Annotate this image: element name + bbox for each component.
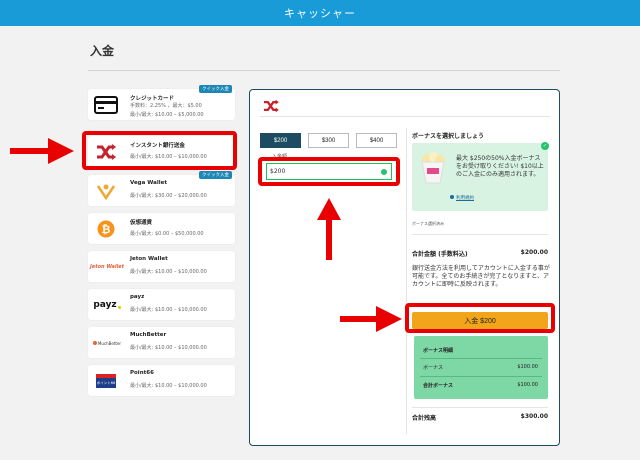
method-limit: 最小/最大: $10.00 – $10,000.00 <box>130 269 207 275</box>
highlight-instant-bank <box>82 131 237 170</box>
divider <box>412 407 548 408</box>
method-muchbetter[interactable]: MuchBetter MuchBetter 最小/最大: $10.00 – $1… <box>88 327 235 358</box>
divider <box>420 358 542 359</box>
jeton-icon: Jeton Wallet <box>89 264 125 270</box>
divider <box>406 128 407 434</box>
popcorn-icon <box>418 152 448 184</box>
arrow-right-icon <box>340 306 402 332</box>
method-name: クレジットカード <box>130 96 175 102</box>
arrow-up-icon <box>317 198 341 260</box>
bonus-selected-note: ボーナス選択済み <box>412 221 444 226</box>
summary-column: ボーナスを選択しましょう ✓ 最大 $250の50%入金ボーナスをお受け取りくだ… <box>412 90 552 445</box>
method-fee: 手数料：2.25% ，最大：$5.00 <box>130 103 202 109</box>
quick-deposit-badge: クイック入金 <box>199 171 232 179</box>
method-payz[interactable]: payz payz 最小/最大: $10.00 – $10,000.00 <box>88 289 235 320</box>
method-description: 銀行送金方法を利用してアカウントに入金する事が可能です。全てのお手続きが完了とな… <box>412 265 550 288</box>
total-label: 合計金額 (手数料込) <box>412 251 468 258</box>
summary-title: ボーナス明細 <box>423 348 454 354</box>
total-value: $200.00 <box>520 249 548 256</box>
method-name: Vega Wallet <box>130 180 167 186</box>
bonus-summary: ボーナス明細 ボーナス $100.00 合計ボーナス $100.00 <box>414 336 548 399</box>
highlight-deposit-button <box>405 303 555 333</box>
summary-bonus-value: $100.00 <box>517 364 538 370</box>
method-name: Point66 <box>130 370 154 376</box>
check-icon: ✓ <box>541 142 549 150</box>
divider <box>420 376 542 377</box>
method-credit-card[interactable]: クイック入金 クレジットカード 手数料：2.25% ，最大：$5.00 最小/最… <box>88 85 235 120</box>
method-point66[interactable]: ポイント66 Point66 最小/最大: $10.00 – $10,000.0… <box>88 365 235 396</box>
amount-200-button[interactable]: $200 <box>260 133 301 148</box>
method-name: MuchBetter <box>130 332 167 338</box>
method-limit: 最小/最大: $10.00 – $5,000.00 <box>130 112 204 118</box>
bonus-card[interactable]: ✓ 最大 $250の50%入金ボーナスをお受け取りください! $10以上のご入金… <box>412 142 549 211</box>
page-title: 入金 <box>90 44 115 58</box>
svg-text:₿: ₿ <box>102 223 111 236</box>
vega-icon <box>94 179 118 203</box>
quick-deposit-badge: クイック入金 <box>199 85 232 93</box>
method-limit: 最小/最大: $10.00 – $10,000.00 <box>130 383 207 389</box>
amount-300-button[interactable]: $300 <box>308 133 349 148</box>
balance-label: 合計残高 <box>412 415 437 422</box>
method-name: payz <box>130 294 145 300</box>
shuffle-icon <box>262 98 280 117</box>
info-icon <box>450 195 454 199</box>
summary-total-bonus-value: $100.00 <box>517 382 538 388</box>
point66-icon: ポイント66 <box>94 369 118 393</box>
payz-icon: payz <box>91 293 123 317</box>
terms-link[interactable]: 利用規約 <box>456 195 474 201</box>
amount-400-button[interactable]: $400 <box>356 133 397 148</box>
bitcoin-icon: ₿ <box>94 217 118 241</box>
method-name: Jeton Wallet <box>130 256 168 262</box>
method-limit: 最小/最大: $10.00 – $10,000.00 <box>130 345 207 351</box>
credit-card-icon <box>94 93 118 117</box>
method-vega-wallet[interactable]: クイック入金 Vega Wallet 最小/最大: $30.00 – $20,0… <box>88 171 235 206</box>
method-jeton-wallet[interactable]: Jeton Wallet Jeton Wallet 最小/最大: $10.00 … <box>88 251 235 282</box>
method-name: 仮想通貨 <box>130 220 153 226</box>
divider <box>88 70 560 71</box>
bonus-description: 最大 $250の50%入金ボーナスをお受け取りください! $10以上のご入金にの… <box>456 155 544 178</box>
balance-value: $300.00 <box>520 413 548 420</box>
summary-total-bonus-label: 合計ボーナス <box>423 383 454 389</box>
summary-bonus-label: ボーナス <box>423 365 444 371</box>
method-limit: 最小/最大: $0.00 – $50,000.00 <box>130 231 204 237</box>
cashier-header: キャッシャー <box>0 0 640 26</box>
bonus-title: ボーナスを選択しましょう <box>412 133 485 140</box>
muchbetter-icon: MuchBetter <box>91 331 123 355</box>
method-limit: 最小/最大: $10.00 – $10,000.00 <box>130 307 207 313</box>
highlight-amount-input <box>258 157 400 186</box>
deposit-panel: $200 $300 $400 入金額 $200 ボーナスを選択しましょう ✓ 最… <box>249 89 560 446</box>
method-crypto[interactable]: ₿ 仮想通貨 最小/最大: $0.00 – $50,000.00 <box>88 213 235 244</box>
arrow-right-icon <box>10 138 74 164</box>
divider <box>412 234 548 235</box>
method-limit: 最小/最大: $30.00 – $20,000.00 <box>130 193 207 199</box>
